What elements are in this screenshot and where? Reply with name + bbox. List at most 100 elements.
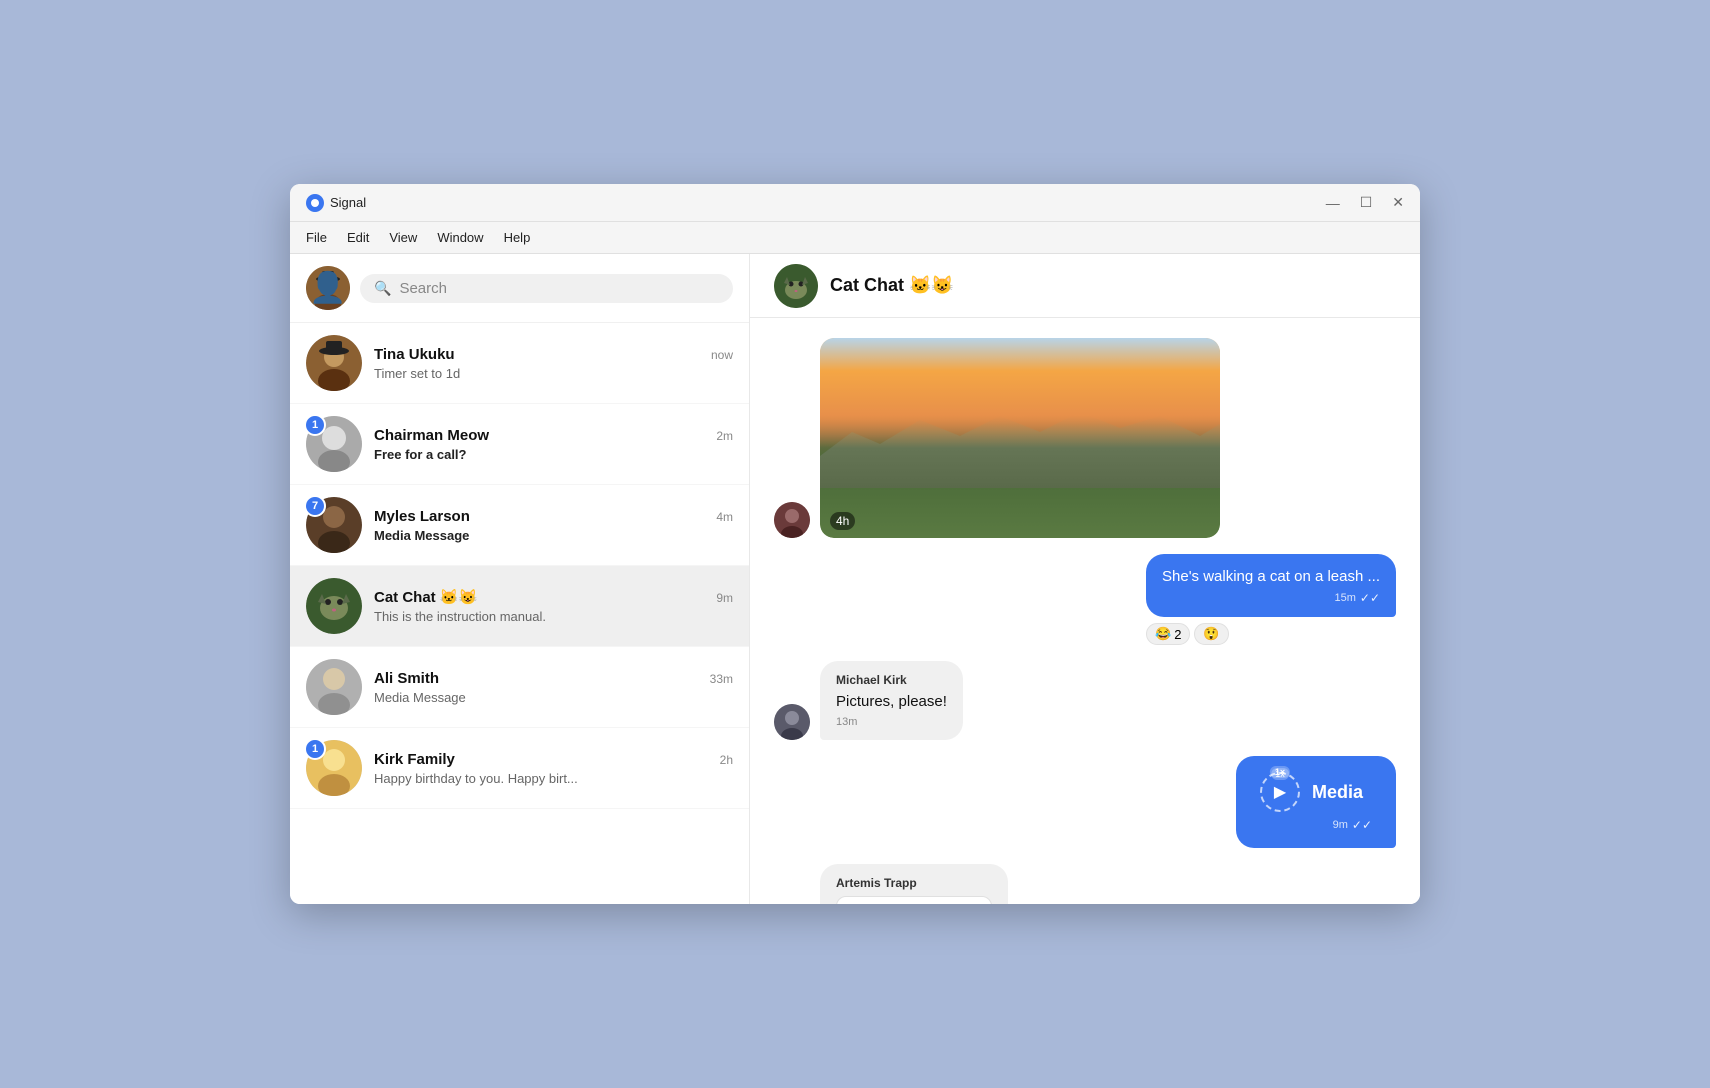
conv-time: 33m [710,672,733,686]
conv-preview: This is the instruction manual. [374,609,733,624]
unread-badge: 1 [304,738,326,760]
chat-title: Cat Chat 🐱😺 [830,275,954,296]
mountain-ridge [820,408,1220,488]
message-avatar [774,502,810,538]
bubble-meta: 15m ✓✓ [1162,591,1380,605]
mountain-image [820,338,1220,538]
bubble-inner: She's walking a cat on a leash ... 15m ✓… [1146,554,1396,617]
message-row-pdf: Artemis Trapp PDF Instructions.pdf 21.04… [774,864,1396,904]
bubble-meta: 13m [836,716,947,728]
minimize-button[interactable]: — [1326,195,1340,211]
avatar-wrap [306,335,362,391]
search-icon: 🔍 [374,280,391,297]
menu-view[interactable]: View [389,230,417,245]
search-input[interactable] [399,280,719,297]
conv-name: Chairman Meow [374,427,489,444]
chat-header: Cat Chat 🐱😺 [750,254,1420,318]
bubble-inner: Michael Kirk Pictures, please! 13m [820,661,963,740]
sidebar-header: 🔍 [290,254,749,323]
conv-name: Myles Larson [374,508,470,525]
conv-info: Tina Ukuku now Timer set to 1d [374,346,733,381]
conv-avatar [306,578,362,634]
maximize-button[interactable]: ☐ [1360,194,1373,211]
chat-header-avatar [774,264,818,308]
conv-info: Kirk Family 2h Happy birthday to you. Ha… [374,751,733,786]
conversation-item-kirk-family[interactable]: 1 Kirk Family 2h Happy birthday to you. … [290,728,749,809]
incoming-bubble: Michael Kirk Pictures, please! 13m [820,661,963,740]
unread-badge: 1 [304,414,326,436]
avatar-wrap: 7 [306,497,362,553]
conversation-item-myles-larson[interactable]: 7 Myles Larson 4m Media Message [290,485,749,566]
messages-area: 4h She's walking a cat on a leash ... 15… [750,318,1420,904]
outgoing-bubble: She's walking a cat on a leash ... 15m ✓… [1146,554,1396,645]
user-avatar[interactable] [306,266,350,310]
conv-time: 9m [716,591,733,605]
menu-edit[interactable]: Edit [347,230,369,245]
check-icon: ✓✓ [1352,818,1372,832]
bubble-text: Pictures, please! [836,691,947,712]
conv-time: 2h [720,753,733,767]
bubble-sender: Michael Kirk [836,673,947,687]
signal-icon [306,194,324,212]
bubble-time: 13m [836,716,857,728]
pdf-file[interactable]: PDF Instructions.pdf 21.04 KB [836,896,992,904]
conv-preview: Media Message [374,690,733,705]
menu-window[interactable]: Window [437,230,483,245]
conv-avatar [306,659,362,715]
conv-preview: Happy birthday to you. Happy birt... [374,771,733,786]
conv-preview: Timer set to 1d [374,366,733,381]
reaction-laugh[interactable]: 😂2 [1146,623,1190,645]
image-timestamp: 4h [830,512,855,530]
conv-time: 4m [716,510,733,524]
media-bubble[interactable]: 1x ▶ 1× Media 9m ✓✓ [1236,756,1396,848]
image-bubble: 4h [820,338,1220,538]
conv-info: Chairman Meow 2m Free for a call? [374,427,733,462]
app-body: 🔍 [290,254,1420,904]
message-row-image: 4h [774,338,1396,538]
media-icon: 1x ▶ 1× [1260,772,1300,812]
conv-preview: Free for a call? [374,447,733,462]
message-row-walking-cat: She's walking a cat on a leash ... 15m ✓… [774,554,1396,645]
app-window: Signal — ☐ ✕ File Edit View Window Help [290,184,1420,904]
conv-time: 2m [716,429,733,443]
chat-panel: Cat Chat 🐱😺 [750,254,1420,904]
window-controls: — ☐ ✕ [1326,194,1404,211]
chat-image[interactable]: 4h [820,338,1220,538]
avatar-wrap [306,659,362,715]
conv-info: Myles Larson 4m Media Message [374,508,733,543]
conversation-item-tina-ukuku[interactable]: Tina Ukuku now Timer set to 1d [290,323,749,404]
conv-name: Tina Ukuku [374,346,455,363]
media-bubble-wrap: 1x ▶ 1× Media 9m ✓✓ [1236,756,1396,848]
avatar-wrap: 1 [306,740,362,796]
conv-name: Cat Chat 🐱😺 [374,588,477,606]
conv-preview: Media Message [374,528,733,543]
title-bar: Signal — ☐ ✕ [290,184,1420,222]
bubble-meta: 9m ✓✓ [1333,818,1372,832]
menu-file[interactable]: File [306,230,327,245]
conv-time: now [711,348,733,362]
avatar-wrap [306,578,362,634]
pdf-bubble: Artemis Trapp PDF Instructions.pdf 21.04… [820,864,1008,904]
menu-help[interactable]: Help [504,230,531,245]
conversation-item-cat-chat[interactable]: Cat Chat 🐱😺 9m This is the instruction m… [290,566,749,647]
media-label: Media [1312,782,1363,803]
sidebar: 🔍 [290,254,750,904]
pdf-bubble-wrap: Artemis Trapp PDF Instructions.pdf 21.04… [820,864,1008,904]
app-logo: Signal [306,194,366,212]
conv-avatar [306,335,362,391]
close-button[interactable]: ✕ [1392,194,1404,211]
conversation-list: Tina Ukuku now Timer set to 1d [290,323,749,904]
pdf-sender: Artemis Trapp [836,876,992,890]
reaction-wow[interactable]: 😲 [1194,623,1228,645]
search-bar[interactable]: 🔍 [360,274,733,303]
menu-bar: File Edit View Window Help [290,222,1420,254]
reactions: 😂2 😲 [1146,623,1396,645]
conversation-item-chairman-meow[interactable]: 1 Chairman Meow 2m Free for a call? [290,404,749,485]
unread-badge: 7 [304,495,326,517]
conv-info: Cat Chat 🐱😺 9m This is the instruction m… [374,588,733,624]
message-row-michael: Michael Kirk Pictures, please! 13m [774,661,1396,740]
conversation-item-ali-smith[interactable]: Ali Smith 33m Media Message [290,647,749,728]
bubble-time: 9m [1333,819,1348,831]
conv-info: Ali Smith 33m Media Message [374,670,733,705]
bubble-time: 15m [1334,592,1355,604]
